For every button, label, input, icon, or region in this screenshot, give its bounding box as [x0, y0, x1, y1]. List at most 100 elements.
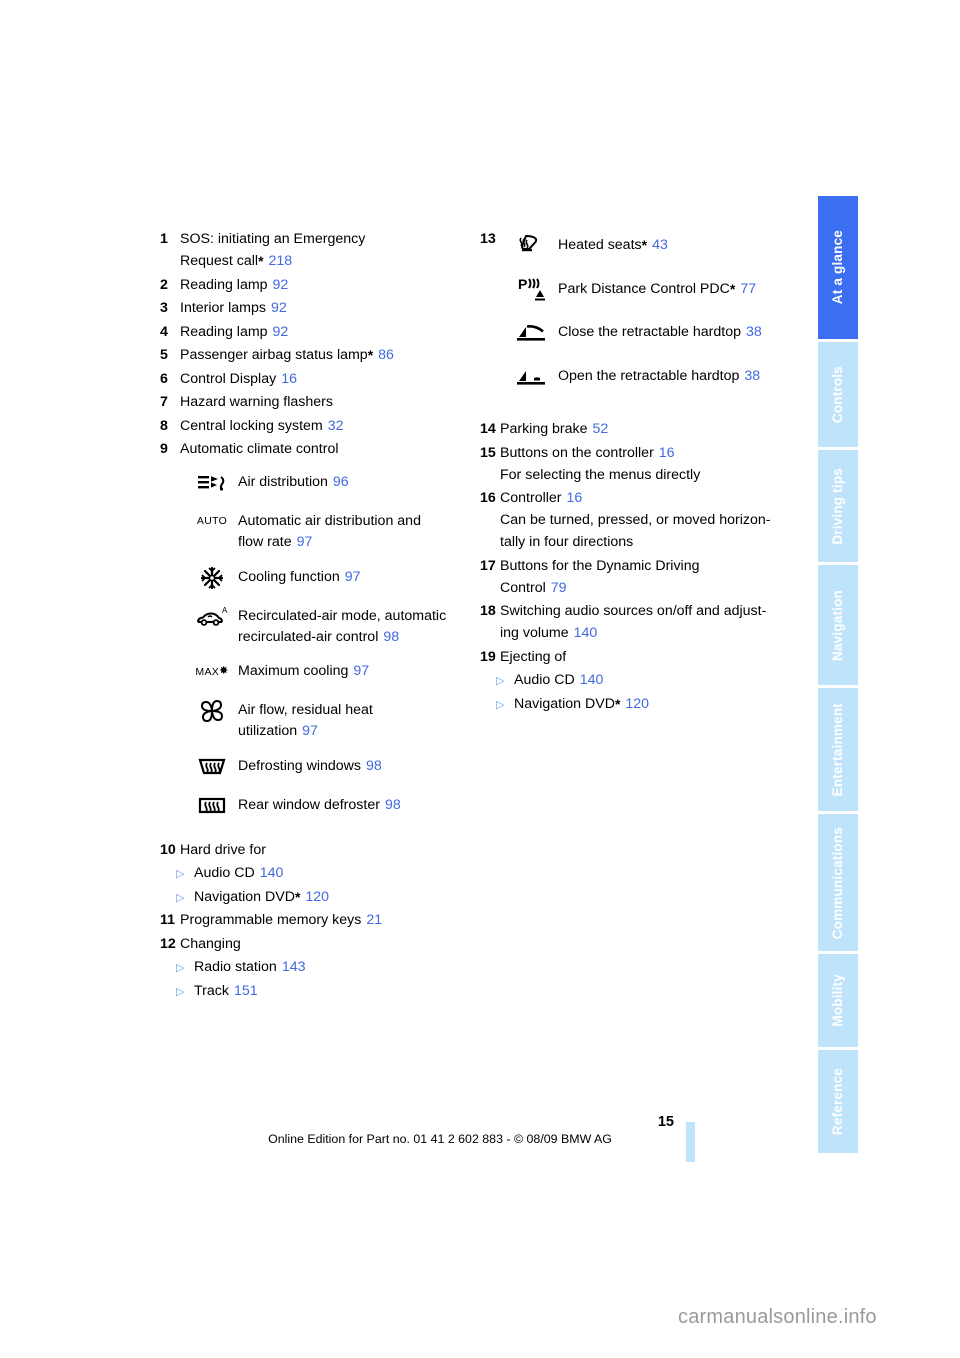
page-ref[interactable]: 86 [378, 347, 394, 363]
footer-accent-bar [686, 1122, 695, 1162]
watermark: carmanualsonline.info [678, 1306, 877, 1328]
item-body: Parking brake 52 [500, 418, 800, 440]
item-label: Close the retractable hardtop [558, 324, 741, 340]
item-body: Changing [180, 933, 480, 955]
item-body: Navigation DVD* 120 [194, 886, 329, 908]
page-ref[interactable]: 97 [297, 534, 313, 550]
item-label-line2: flow rate 97 [238, 534, 313, 551]
page-ref[interactable]: 79 [551, 580, 567, 596]
triangle-bullet-icon: ▷ [176, 891, 185, 904]
tab-reference[interactable]: Reference [818, 1049, 858, 1153]
tab-at-a-glance[interactable]: At a glance [818, 196, 858, 340]
item-label: Interior lamps [180, 300, 266, 316]
recirculated-air-icon: A [186, 602, 238, 632]
item-label-line2: For selecting the menus directly [500, 466, 701, 483]
page-ref[interactable]: 98 [385, 797, 401, 813]
list-item: 14 Parking brake 52 [480, 418, 800, 440]
left-column-lower-entries: 10 Hard drive for ▷ Audio CD 140 ▷ Naviga… [160, 839, 480, 1002]
item-body: Rear window defroster 98 [238, 791, 480, 816]
item-label: Navigation DVD [514, 695, 615, 712]
tab-mobility[interactable]: Mobility [818, 954, 858, 1047]
page-content: 1 SOS: initiating an Emergency Request c… [160, 228, 800, 1003]
page-ref[interactable]: 16 [659, 445, 675, 461]
item-body: Track 151 [194, 980, 258, 1002]
item-label-line3: tally in four directions [500, 534, 634, 550]
section-tab-rail: At a glance Controls Driving tips Naviga… [818, 196, 858, 1156]
item-body: Audio CD 140 [194, 862, 283, 884]
item-body: Controller 16 Can be turned, pressed, or … [500, 487, 800, 553]
tab-label: Navigation [830, 589, 846, 661]
item-body: Reading lamp 92 [180, 321, 480, 343]
item-body: Heated seats* 43 [558, 230, 800, 256]
page-ref[interactable]: 38 [744, 368, 760, 384]
tab-label: Entertainment [830, 703, 846, 797]
page-ref[interactable]: 218 [269, 253, 293, 269]
group-13: 13 Heated seats* 43 P Park Distance Cont… [480, 228, 800, 406]
sun-glyph-icon: ✸ [219, 665, 229, 678]
page-ref[interactable]: 140 [580, 672, 604, 688]
item-label: Central locking system [180, 417, 323, 434]
list-item: 10 Hard drive for [160, 839, 480, 861]
list-item: A Recirculated-air mode, automatic recir… [186, 602, 480, 649]
page-ref[interactable]: 120 [305, 889, 329, 905]
page-ref[interactable]: 96 [333, 474, 349, 490]
item-label: Track [194, 982, 229, 999]
item-label: SOS: initiating an Emergency [180, 231, 366, 247]
item-number: 7 [160, 394, 168, 410]
page-ref[interactable]: 16 [567, 490, 583, 506]
page-ref[interactable]: 140 [260, 865, 284, 881]
page-ref[interactable]: 143 [282, 959, 306, 975]
sub-item-list: ▷ Radio station 143 ▷ Track 151 [160, 956, 480, 1002]
heated-seats-icon [506, 230, 558, 260]
tab-driving-tips[interactable]: Driving tips [818, 449, 858, 563]
tab-entertainment[interactable]: Entertainment [818, 688, 858, 812]
page-ref[interactable]: 16 [281, 371, 297, 387]
tab-navigation[interactable]: Navigation [818, 565, 858, 686]
item-number: 10 [160, 841, 176, 858]
item-body: Hard drive for [180, 839, 480, 861]
fan-icon [186, 696, 238, 726]
option-star-icon: * [729, 281, 736, 297]
option-star-icon: * [367, 347, 374, 363]
item-number: 14 [480, 421, 496, 437]
list-item: ▷ Radio station 143 [176, 956, 480, 978]
list-item: AUTO Automatic air distribution and flow… [186, 507, 480, 554]
item-body: Hazard warning flashers [180, 391, 480, 413]
page-ref[interactable]: 97 [302, 723, 318, 739]
page-ref[interactable]: 92 [273, 324, 289, 340]
item-number: 4 [160, 323, 168, 340]
item-label: Buttons on the controller [500, 444, 654, 461]
page-ref[interactable]: 92 [273, 277, 289, 293]
page-ref[interactable]: 98 [383, 629, 399, 645]
item-body: Radio station 143 [194, 956, 305, 978]
page-ref[interactable]: 43 [652, 237, 668, 253]
triangle-bullet-icon: ▷ [176, 962, 185, 975]
page-ref[interactable]: 151 [234, 983, 258, 999]
list-item: 19 Ejecting of [480, 646, 800, 668]
item-number: 5 [160, 347, 168, 363]
page-ref[interactable]: 38 [746, 324, 762, 340]
item-label: Cooling function [238, 568, 340, 585]
sub-item-list: ▷ Audio CD 140 ▷ Navigation DVD* 120 [480, 669, 800, 715]
page-ref[interactable]: 98 [366, 758, 382, 774]
item-label: Audio CD [194, 865, 255, 882]
page-ref[interactable]: 21 [366, 912, 382, 928]
item-number: 2 [160, 276, 168, 293]
page-ref[interactable]: 140 [574, 625, 598, 641]
page-ref[interactable]: 97 [345, 569, 361, 585]
page-ref[interactable]: 32 [328, 418, 344, 434]
svg-text:A: A [222, 606, 228, 615]
page-ref[interactable]: 52 [593, 421, 609, 437]
list-item: ▷ Audio CD 140 [496, 669, 800, 691]
item-body: Audio CD 140 [514, 669, 603, 691]
item-body: Buttons for the Dynamic Driving Control 7… [500, 555, 800, 599]
tab-communications[interactable]: Communications [818, 814, 858, 952]
page-ref[interactable]: 92 [271, 300, 287, 316]
list-item: 12 Changing [160, 933, 480, 955]
tab-controls[interactable]: Controls [818, 342, 858, 447]
list-item: Cooling function 97 [186, 563, 480, 593]
page-ref[interactable]: 120 [625, 696, 649, 712]
page-ref[interactable]: 77 [740, 281, 756, 297]
list-item: 9 Automatic climate control [160, 438, 480, 460]
page-ref[interactable]: 97 [353, 663, 369, 679]
